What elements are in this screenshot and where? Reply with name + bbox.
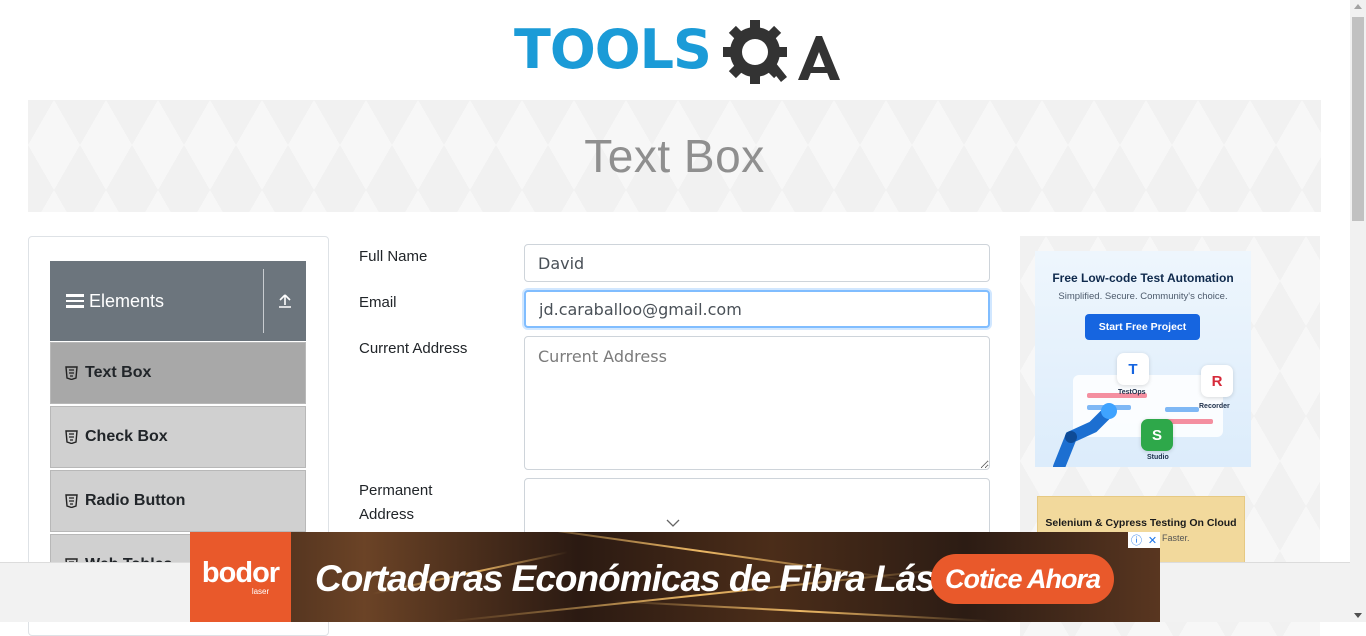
sidebar-item-label: Text Box: [85, 364, 152, 381]
ad-product-testops: TestOps: [1118, 389, 1146, 396]
full-name-input[interactable]: [524, 244, 990, 282]
cotice-ahora-button[interactable]: Cotice Ahora: [931, 554, 1114, 604]
permanent-address-label-line1: Permanent: [359, 482, 433, 499]
collapse-icon[interactable]: [264, 261, 306, 341]
studio-icon: S: [1141, 419, 1173, 451]
sidebar-item-label: Radio Button: [85, 492, 186, 509]
recorder-icon: R: [1201, 365, 1233, 397]
logo-a-letter: [798, 36, 840, 80]
scroll-down-icon[interactable]: [1354, 613, 1362, 618]
sidebar-group-title: Elements: [89, 290, 165, 311]
email-label: Email: [359, 294, 397, 311]
gear-icon: [723, 20, 787, 84]
sidebar-item-label: Check Box: [85, 428, 168, 445]
logo-text: TOOLS: [514, 18, 712, 81]
testops-icon: T: [1117, 353, 1149, 385]
current-address-input[interactable]: [524, 336, 990, 470]
bodor-brand: bodor: [201, 556, 280, 589]
bodor-ad-banner[interactable]: bodor laser Cortadoras Económicas de Fib…: [190, 532, 1160, 622]
scroll-up-icon[interactable]: [1354, 4, 1362, 9]
ad-title: Selenium & Cypress Testing On Cloud: [1045, 517, 1237, 529]
ad-headline: Cortadoras Económicas de Fibra Láser: [315, 558, 969, 599]
page-title: Text Box: [584, 130, 765, 182]
toolsqa-logo[interactable]: TOOLS: [514, 16, 840, 92]
html-icon: [65, 430, 78, 444]
full-name-label: Full Name: [359, 248, 428, 265]
scrollbar-thumb[interactable]: [1352, 17, 1364, 221]
start-free-project-button[interactable]: Start Free Project: [1085, 314, 1200, 340]
robot-arm-icon: [1053, 403, 1117, 467]
email-input[interactable]: [524, 290, 990, 328]
ad-controls: ⓘ ✕: [1128, 532, 1160, 548]
ad-product-recorder: Recorder: [1199, 403, 1230, 410]
sidebar-item-radio-button[interactable]: Radio Button: [50, 470, 306, 532]
sidebar-group-elements[interactable]: Elements: [50, 261, 306, 341]
ad-title: Free Low-code Test Automation: [1052, 271, 1234, 285]
sidebar-item-text-box[interactable]: Text Box: [50, 342, 306, 404]
menu-icon: [66, 294, 84, 308]
bodor-logo: bodor laser: [190, 532, 291, 622]
sidebar-item-check-box[interactable]: Check Box: [50, 406, 306, 468]
ad-subtitle: Simplified. Secure. Community's choice.: [1058, 291, 1228, 302]
permanent-address-label-line2: Address: [359, 506, 415, 523]
page-banner: Text Box: [28, 100, 1321, 212]
html-icon: [65, 366, 78, 380]
ad-product-studio: Studio: [1147, 454, 1169, 461]
permanent-address-label: Permanent Address: [359, 479, 432, 527]
html-icon: [65, 494, 78, 508]
bodor-brand-sub: laser: [251, 586, 270, 596]
close-icon[interactable]: ✕: [1148, 534, 1157, 547]
chevron-down-icon: [666, 519, 680, 527]
current-address-label: Current Address: [359, 340, 468, 357]
ad-info-icon[interactable]: ⓘ: [1131, 532, 1142, 548]
page-scrollbar[interactable]: [1350, 0, 1366, 622]
testops-ad[interactable]: Free Low-code Test Automation Simplified…: [1035, 251, 1251, 467]
